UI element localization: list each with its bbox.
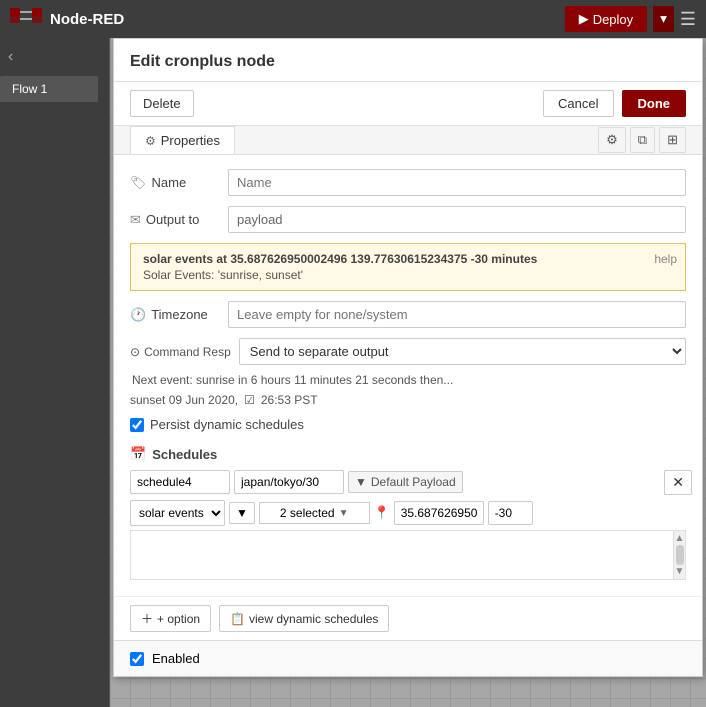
deploy-arrow-button[interactable]: ▾ (653, 6, 674, 32)
schedules-section: 📅 Schedules ▼ Default Payload sola (114, 446, 702, 596)
checkbox-icon: ☑ (244, 393, 255, 407)
selected-arrow-icon: ▼ (339, 508, 349, 519)
tab-expand-icon-btn[interactable]: ⊞ (659, 127, 686, 153)
sunset-text: sunset 09 Jun 2020, (130, 393, 238, 407)
schedule-type-select[interactable]: solar events (130, 500, 225, 526)
selected-button[interactable]: 2 selected ▼ (259, 502, 370, 524)
enabled-label: Enabled (152, 651, 200, 666)
dialog-toolbar: Delete Cancel Done (114, 82, 702, 126)
mail-icon: ✉ (130, 212, 141, 228)
persist-label: Persist dynamic schedules (150, 417, 304, 432)
calendar-small-icon: 📋 (230, 612, 245, 626)
tag-icon: 🏷 (130, 175, 147, 191)
cmd-select[interactable]: Send to separate output (239, 338, 686, 365)
sidebar-tab-flow1[interactable]: Flow 1 (0, 76, 98, 102)
dialog-bottom: ＋ + option 📋 view dynamic schedules (114, 596, 702, 640)
tab-properties[interactable]: ⚙ Properties (130, 126, 235, 154)
schedule-tz-input[interactable] (234, 470, 344, 494)
tab-copy-icon-btn[interactable]: ⧉ (630, 127, 655, 153)
cancel-button[interactable]: Cancel (543, 90, 613, 117)
topbar-left: Node-RED (10, 8, 124, 30)
persist-row: Persist dynamic schedules (130, 417, 686, 432)
menu-icon[interactable]: ☰ (680, 9, 696, 30)
sidebar: ‹ Flow 1 (0, 38, 110, 707)
calendar-icon: 📅 (130, 446, 146, 462)
view-schedules-button[interactable]: 📋 view dynamic schedules (219, 605, 389, 632)
schedule-header-row: ▼ Default Payload (130, 470, 686, 494)
plus-icon: ＋ (141, 610, 153, 627)
next-event-row: Next event: sunrise in 6 hours 11 minute… (130, 373, 686, 387)
done-button[interactable]: Done (622, 90, 687, 117)
dialog-tabs: ⚙ Properties ⚙ ⧉ ⊞ (114, 126, 702, 155)
help-link[interactable]: help (654, 252, 677, 266)
payload-icon: ▼ (355, 475, 367, 489)
timezone-input[interactable] (228, 301, 686, 328)
clock-icon: 🕐 (130, 307, 146, 323)
dialog-overlay: Edit cronplus node Delete Cancel Done ⚙ … (110, 38, 706, 707)
solar-arrow-btn[interactable]: ▼ (229, 502, 255, 524)
sidebar-collapse-arrow[interactable]: ‹ (0, 42, 21, 72)
location-icon: 📍 (374, 505, 390, 521)
schedules-scroll-area[interactable]: ▲ ▼ (130, 530, 686, 580)
info-box: solar events at 35.687626950002496 139.7… (130, 243, 686, 291)
enabled-row: Enabled (114, 640, 702, 676)
scroll-up-arrow[interactable]: ▲ (675, 533, 685, 544)
solar-events-text: Solar Events: 'sunrise, sunset' (143, 268, 673, 282)
name-label: 🏷 Name (130, 175, 220, 191)
scroll-down-arrow[interactable]: ▼ (675, 566, 685, 577)
main-layout: ‹ Flow 1 Edit cronplus node Delete Cance… (0, 38, 706, 707)
dialog-body: 🏷 Name ✉ Output to (114, 155, 702, 446)
canvas-area: Edit cronplus node Delete Cancel Done ⚙ … (110, 38, 706, 707)
name-row: 🏷 Name (130, 169, 686, 196)
scrollbar: ▲ ▼ (673, 531, 685, 579)
schedules-header: 📅 Schedules (130, 446, 686, 462)
tab-settings-icon-btn[interactable]: ⚙ (598, 127, 626, 153)
payload-label: ▼ Default Payload (348, 471, 463, 493)
enabled-checkbox[interactable] (130, 652, 144, 666)
cmd-label: ⊙ Command Resp (130, 345, 231, 359)
lon-input[interactable] (488, 501, 533, 525)
schedule-control-row: solar events ▼ 2 selected ▼ 📍 ✕ (130, 500, 686, 526)
output-row: ✉ Output to (130, 206, 686, 233)
tab-icons-right: ⚙ ⧉ ⊞ (598, 127, 686, 153)
sunset-row: sunset 09 Jun 2020, ☑ 26:53 PST (130, 393, 686, 407)
node-red-logo (10, 8, 42, 30)
dialog-title: Edit cronplus node (130, 53, 275, 70)
deploy-button[interactable]: ▶ Deploy (565, 6, 647, 32)
name-input[interactable] (228, 169, 686, 196)
schedule-name-input[interactable] (130, 470, 230, 494)
sunset-time: 26:53 PST (261, 393, 318, 407)
persist-checkbox[interactable] (130, 418, 144, 432)
schedule-delete-btn[interactable]: ✕ (664, 470, 692, 495)
timezone-label: 🕐 Timezone (130, 307, 220, 323)
delete-button[interactable]: Delete (130, 90, 194, 117)
app-title: Node-RED (50, 11, 124, 28)
cmd-icon: ⊙ (130, 345, 140, 359)
output-label: ✉ Output to (130, 212, 220, 228)
dialog-actions: Cancel Done (543, 90, 686, 117)
topbar-right: ▶ Deploy ▾ ☰ (565, 6, 696, 32)
edit-dialog: Edit cronplus node Delete Cancel Done ⚙ … (113, 38, 703, 677)
settings-icon: ⚙ (145, 134, 156, 148)
scroll-thumb (676, 545, 684, 565)
dialog-titlebar: Edit cronplus node (114, 39, 702, 82)
cmd-row: ⊙ Command Resp Send to separate output (130, 338, 686, 365)
topbar: Node-RED ▶ Deploy ▾ ☰ (0, 0, 706, 38)
timezone-row: 🕐 Timezone (130, 301, 686, 328)
lat-input[interactable] (394, 501, 484, 525)
scroll-controls: ✕ (664, 470, 692, 495)
deploy-icon: ▶ (579, 11, 589, 27)
add-option-button[interactable]: ＋ + option (130, 605, 211, 632)
output-input[interactable] (228, 206, 686, 233)
solar-info-text: solar events at 35.687626950002496 139.7… (143, 252, 673, 266)
